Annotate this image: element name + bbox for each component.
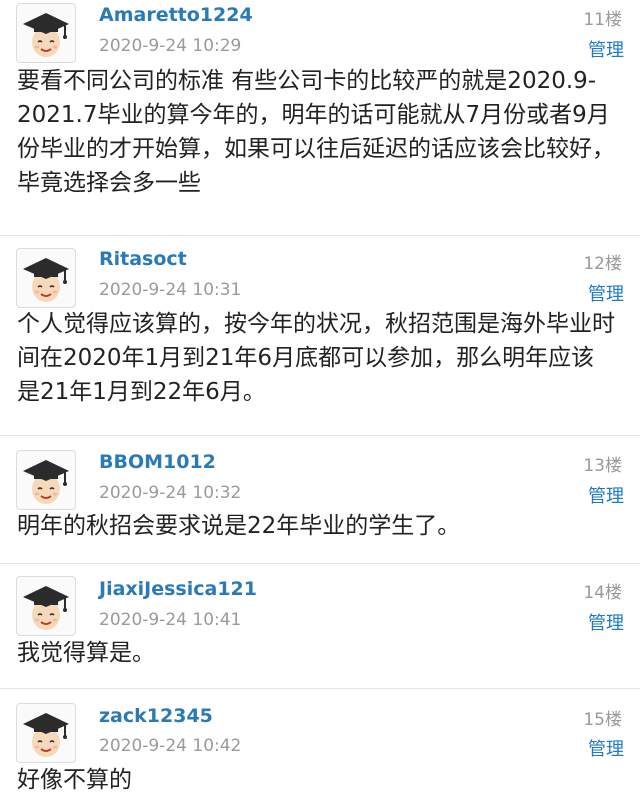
post-timestamp: 2020-9-24 10:31 (99, 280, 242, 300)
user-avatar[interactable] (16, 248, 76, 308)
floor-number: 12楼 (583, 254, 622, 274)
floor-number: 13楼 (583, 456, 622, 476)
post-content: 明年的秋招会要求说是22年毕业的学生了。 (17, 513, 461, 539)
graduate-avatar-icon (23, 586, 69, 630)
manage-link[interactable]: 管理 (588, 36, 624, 62)
post-timestamp: 2020-9-24 10:29 (99, 36, 242, 56)
floor-number: 14楼 (583, 583, 622, 603)
reply-post: JiaxiJessica121 2020-9-24 10:41 14楼 管理 我… (0, 564, 640, 689)
post-content: 我觉得算是。 (17, 640, 155, 666)
graduate-avatar-icon (23, 460, 69, 504)
username[interactable]: BBOM1012 (99, 451, 216, 473)
manage-link[interactable]: 管理 (588, 609, 624, 635)
graduate-avatar-icon (23, 258, 69, 302)
post-timestamp: 2020-9-24 10:42 (99, 736, 242, 756)
post-content: 好像不算的 (17, 767, 132, 793)
user-avatar[interactable] (16, 3, 76, 63)
post-content: 个人觉得应该算的，按今年的状况，秋招范围是海外毕业时间在2020年1月到21年6… (17, 311, 615, 405)
username[interactable]: JiaxiJessica121 (99, 578, 257, 600)
post-timestamp: 2020-9-24 10:41 (99, 610, 242, 630)
post-timestamp: 2020-9-24 10:32 (99, 483, 242, 503)
user-avatar[interactable] (16, 703, 76, 763)
user-avatar[interactable] (16, 576, 76, 636)
reply-post: BBOM1012 2020-9-24 10:32 13楼 管理 明年的秋招会要求… (0, 436, 640, 564)
manage-link[interactable]: 管理 (588, 280, 624, 306)
manage-link[interactable]: 管理 (588, 735, 624, 761)
username[interactable]: Ritasoct (99, 248, 187, 270)
username[interactable]: Amaretto1224 (99, 4, 253, 26)
reply-post: Amaretto1224 2020-9-24 10:29 11楼 管理 要看不同… (0, 0, 640, 236)
reply-post: zack12345 2020-9-24 10:42 15楼 管理 好像不算的 (0, 689, 640, 808)
user-avatar[interactable] (16, 450, 76, 510)
reply-thread: Amaretto1224 2020-9-24 10:29 11楼 管理 要看不同… (0, 0, 640, 808)
floor-number: 15楼 (583, 710, 622, 730)
graduate-avatar-icon (23, 713, 69, 757)
username[interactable]: zack12345 (99, 705, 213, 727)
floor-number: 11楼 (583, 10, 622, 30)
post-content: 要看不同公司的标准 有些公司卡的比较严的就是2020.9-2021.7毕业的算今… (17, 68, 615, 196)
graduate-avatar-icon (23, 13, 69, 57)
manage-link[interactable]: 管理 (588, 482, 624, 508)
reply-post: Ritasoct 2020-9-24 10:31 12楼 管理 个人觉得应该算的… (0, 236, 640, 436)
